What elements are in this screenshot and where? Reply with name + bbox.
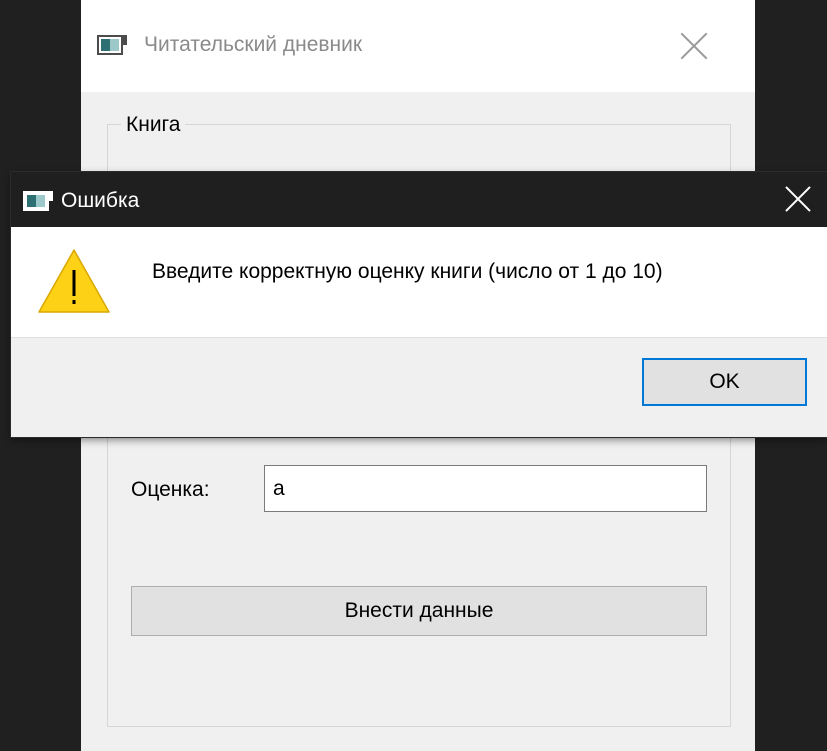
dialog-titlebar[interactable]: Ошибка [11, 172, 827, 227]
ok-button[interactable]: OK [642, 358, 807, 406]
error-dialog: Ошибка Введите корректную оценку книги (… [11, 172, 827, 437]
dialog-body: Введите корректную оценку книги (число о… [11, 227, 827, 337]
dialog-divider [11, 337, 827, 338]
dialog-app-icon [23, 191, 53, 211]
rating-input[interactable] [264, 465, 707, 512]
app-icon [97, 35, 127, 55]
groupbox-title: Книга [121, 113, 186, 137]
main-close-icon[interactable] [676, 28, 712, 64]
dialog-message: Введите корректную оценку книги (число о… [152, 260, 663, 283]
main-titlebar[interactable]: Читательский дневник [81, 0, 755, 92]
warning-icon [38, 249, 110, 313]
dialog-close-icon[interactable] [783, 184, 813, 214]
dialog-title: Ошибка [61, 189, 140, 212]
submit-button[interactable]: Внести данные [131, 586, 707, 636]
rating-label: Оценка: [131, 478, 210, 501]
main-window-title: Читательский дневник [144, 33, 363, 56]
